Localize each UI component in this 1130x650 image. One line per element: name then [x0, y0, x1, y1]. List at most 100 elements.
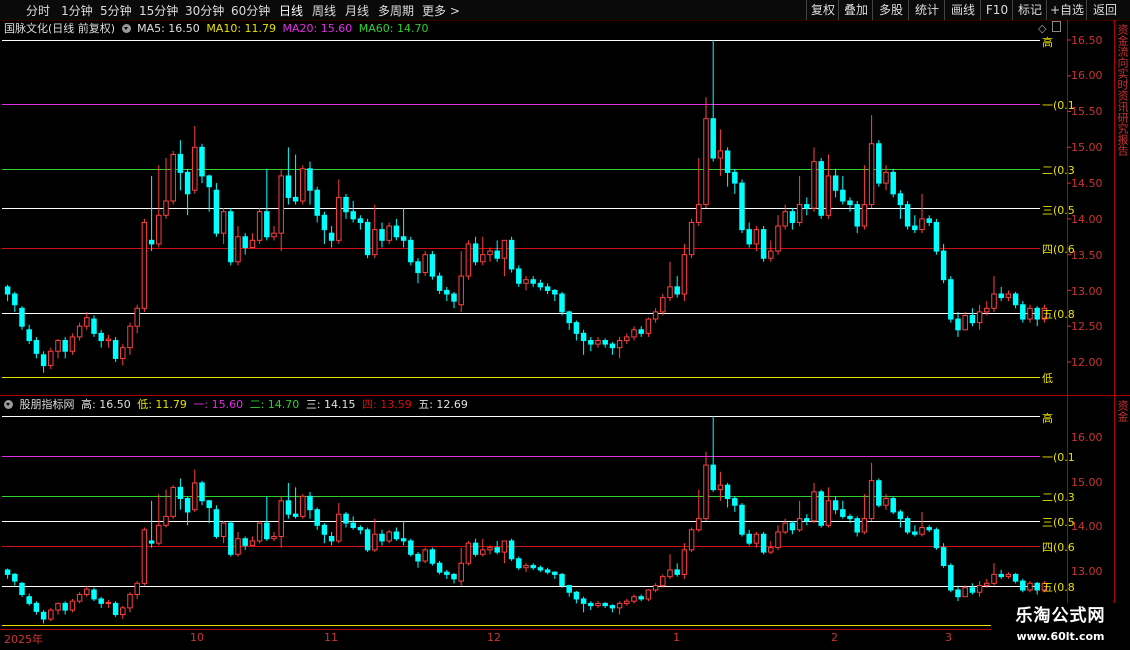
candle-body — [271, 535, 277, 540]
candle-body — [696, 518, 702, 531]
candle-body — [26, 329, 32, 342]
candle-body — [768, 250, 774, 259]
candle-body — [926, 218, 932, 223]
candle-body — [501, 540, 508, 553]
candle-body — [206, 500, 212, 508]
candle-body — [357, 527, 364, 531]
candle-body — [998, 573, 1004, 578]
candle-body — [98, 598, 104, 604]
candle-body — [451, 573, 457, 580]
candle-body — [890, 498, 896, 513]
candle-body — [883, 171, 889, 184]
period-tab-5min[interactable]: 5分钟 — [100, 2, 132, 19]
candle-body — [660, 576, 666, 587]
candle-body — [868, 480, 875, 520]
candle-body — [1020, 304, 1026, 320]
x-label: 2 — [831, 631, 838, 644]
period-tab-monthly[interactable]: 月线 — [345, 2, 369, 19]
period-tab-weekly[interactable]: 周线 — [312, 2, 336, 19]
period-tab-60min[interactable]: 60分钟 — [231, 2, 270, 19]
candle-body — [609, 605, 616, 609]
candle-body — [336, 513, 342, 542]
candle-body — [703, 464, 709, 520]
statistics-button[interactable]: 统计 — [908, 0, 945, 20]
candle-body — [624, 336, 630, 342]
candle-body — [472, 243, 479, 263]
candle-body — [616, 340, 623, 349]
candle-body — [796, 204, 803, 223]
period-tab-15min[interactable]: 15分钟 — [139, 2, 178, 19]
ind-four: 四: 13.59 — [362, 398, 412, 411]
candle-body — [645, 589, 652, 600]
candle-body — [372, 229, 378, 256]
f10-button[interactable]: F10 — [980, 0, 1013, 20]
candle-body — [148, 239, 155, 245]
fuquan-button[interactable]: 复权 — [806, 0, 839, 20]
draw-line-button[interactable]: 画线 — [944, 0, 981, 20]
candle-body — [984, 307, 990, 313]
dropdown-circle-icon[interactable] — [4, 400, 13, 409]
candle-body — [667, 286, 673, 299]
candle-body — [4, 286, 11, 295]
candle-body — [429, 549, 436, 564]
candle-body — [386, 225, 392, 241]
period-tab-1min[interactable]: 1分钟 — [61, 2, 93, 19]
candle-body — [976, 311, 983, 324]
side-info-tab-sub[interactable]: 资金 — [1116, 400, 1130, 600]
candle-body — [753, 533, 760, 544]
candle-body — [1034, 307, 1040, 320]
period-tab-fenshi[interactable]: 分时 — [26, 2, 50, 19]
candle-body — [962, 314, 968, 331]
period-tab-more[interactable]: 更多 > — [422, 2, 460, 19]
candle-body — [228, 522, 234, 555]
candle-body — [897, 193, 904, 206]
candle-body — [350, 211, 356, 220]
candle-body — [55, 602, 61, 611]
candle-body — [796, 518, 803, 531]
candle-body — [40, 611, 47, 620]
candle-body — [55, 340, 61, 352]
candle-body — [904, 518, 911, 533]
candle-body — [400, 538, 407, 542]
candle-body — [523, 564, 529, 569]
candle-body — [552, 289, 558, 295]
side-info-tab[interactable]: 资金流向实时资讯研究报告 — [1116, 24, 1130, 394]
candle-body — [739, 182, 745, 231]
candle-body — [991, 293, 997, 309]
candle-body — [861, 204, 868, 227]
period-tab-daily[interactable]: 日线 — [279, 2, 303, 19]
level-label-high: 高 — [1042, 412, 1053, 425]
overlay-button[interactable]: 叠加 — [838, 0, 873, 20]
candle-body — [609, 343, 616, 349]
mark-button[interactable]: 标记 — [1012, 0, 1047, 20]
candle-body — [48, 609, 54, 620]
candle-body — [789, 211, 796, 223]
dropdown-circle-icon[interactable] — [121, 24, 131, 33]
panel-toggle-icon[interactable] — [1052, 21, 1061, 32]
y-tick: 14.50 — [1071, 177, 1103, 190]
add-favorite-button[interactable]: +自选 — [1046, 0, 1087, 20]
candle-body — [465, 243, 472, 277]
candle-body — [595, 340, 601, 345]
candle-body — [883, 498, 889, 506]
candle-body — [436, 562, 443, 573]
candle-body — [105, 338, 112, 342]
candle-body — [681, 254, 688, 295]
candle-body — [177, 153, 184, 173]
candle-body — [249, 540, 256, 546]
period-tab-multi[interactable]: 多周期 — [378, 2, 414, 19]
level-label-four: 四(0.6 — [1042, 541, 1075, 554]
candle-body — [76, 593, 83, 602]
back-button[interactable]: 返回 — [1086, 0, 1123, 20]
candle-body — [112, 340, 119, 359]
candle-body — [84, 317, 90, 327]
multi-stock-button[interactable]: 多股 — [872, 0, 909, 20]
candle-body — [69, 336, 76, 352]
candle-body — [451, 293, 457, 302]
candle-body — [760, 533, 767, 553]
candle-body — [818, 161, 824, 216]
candle-body — [33, 602, 40, 612]
y-tick: 13.00 — [1071, 565, 1103, 578]
period-tab-30min[interactable]: 30分钟 — [185, 2, 224, 19]
candle-body — [134, 307, 140, 327]
